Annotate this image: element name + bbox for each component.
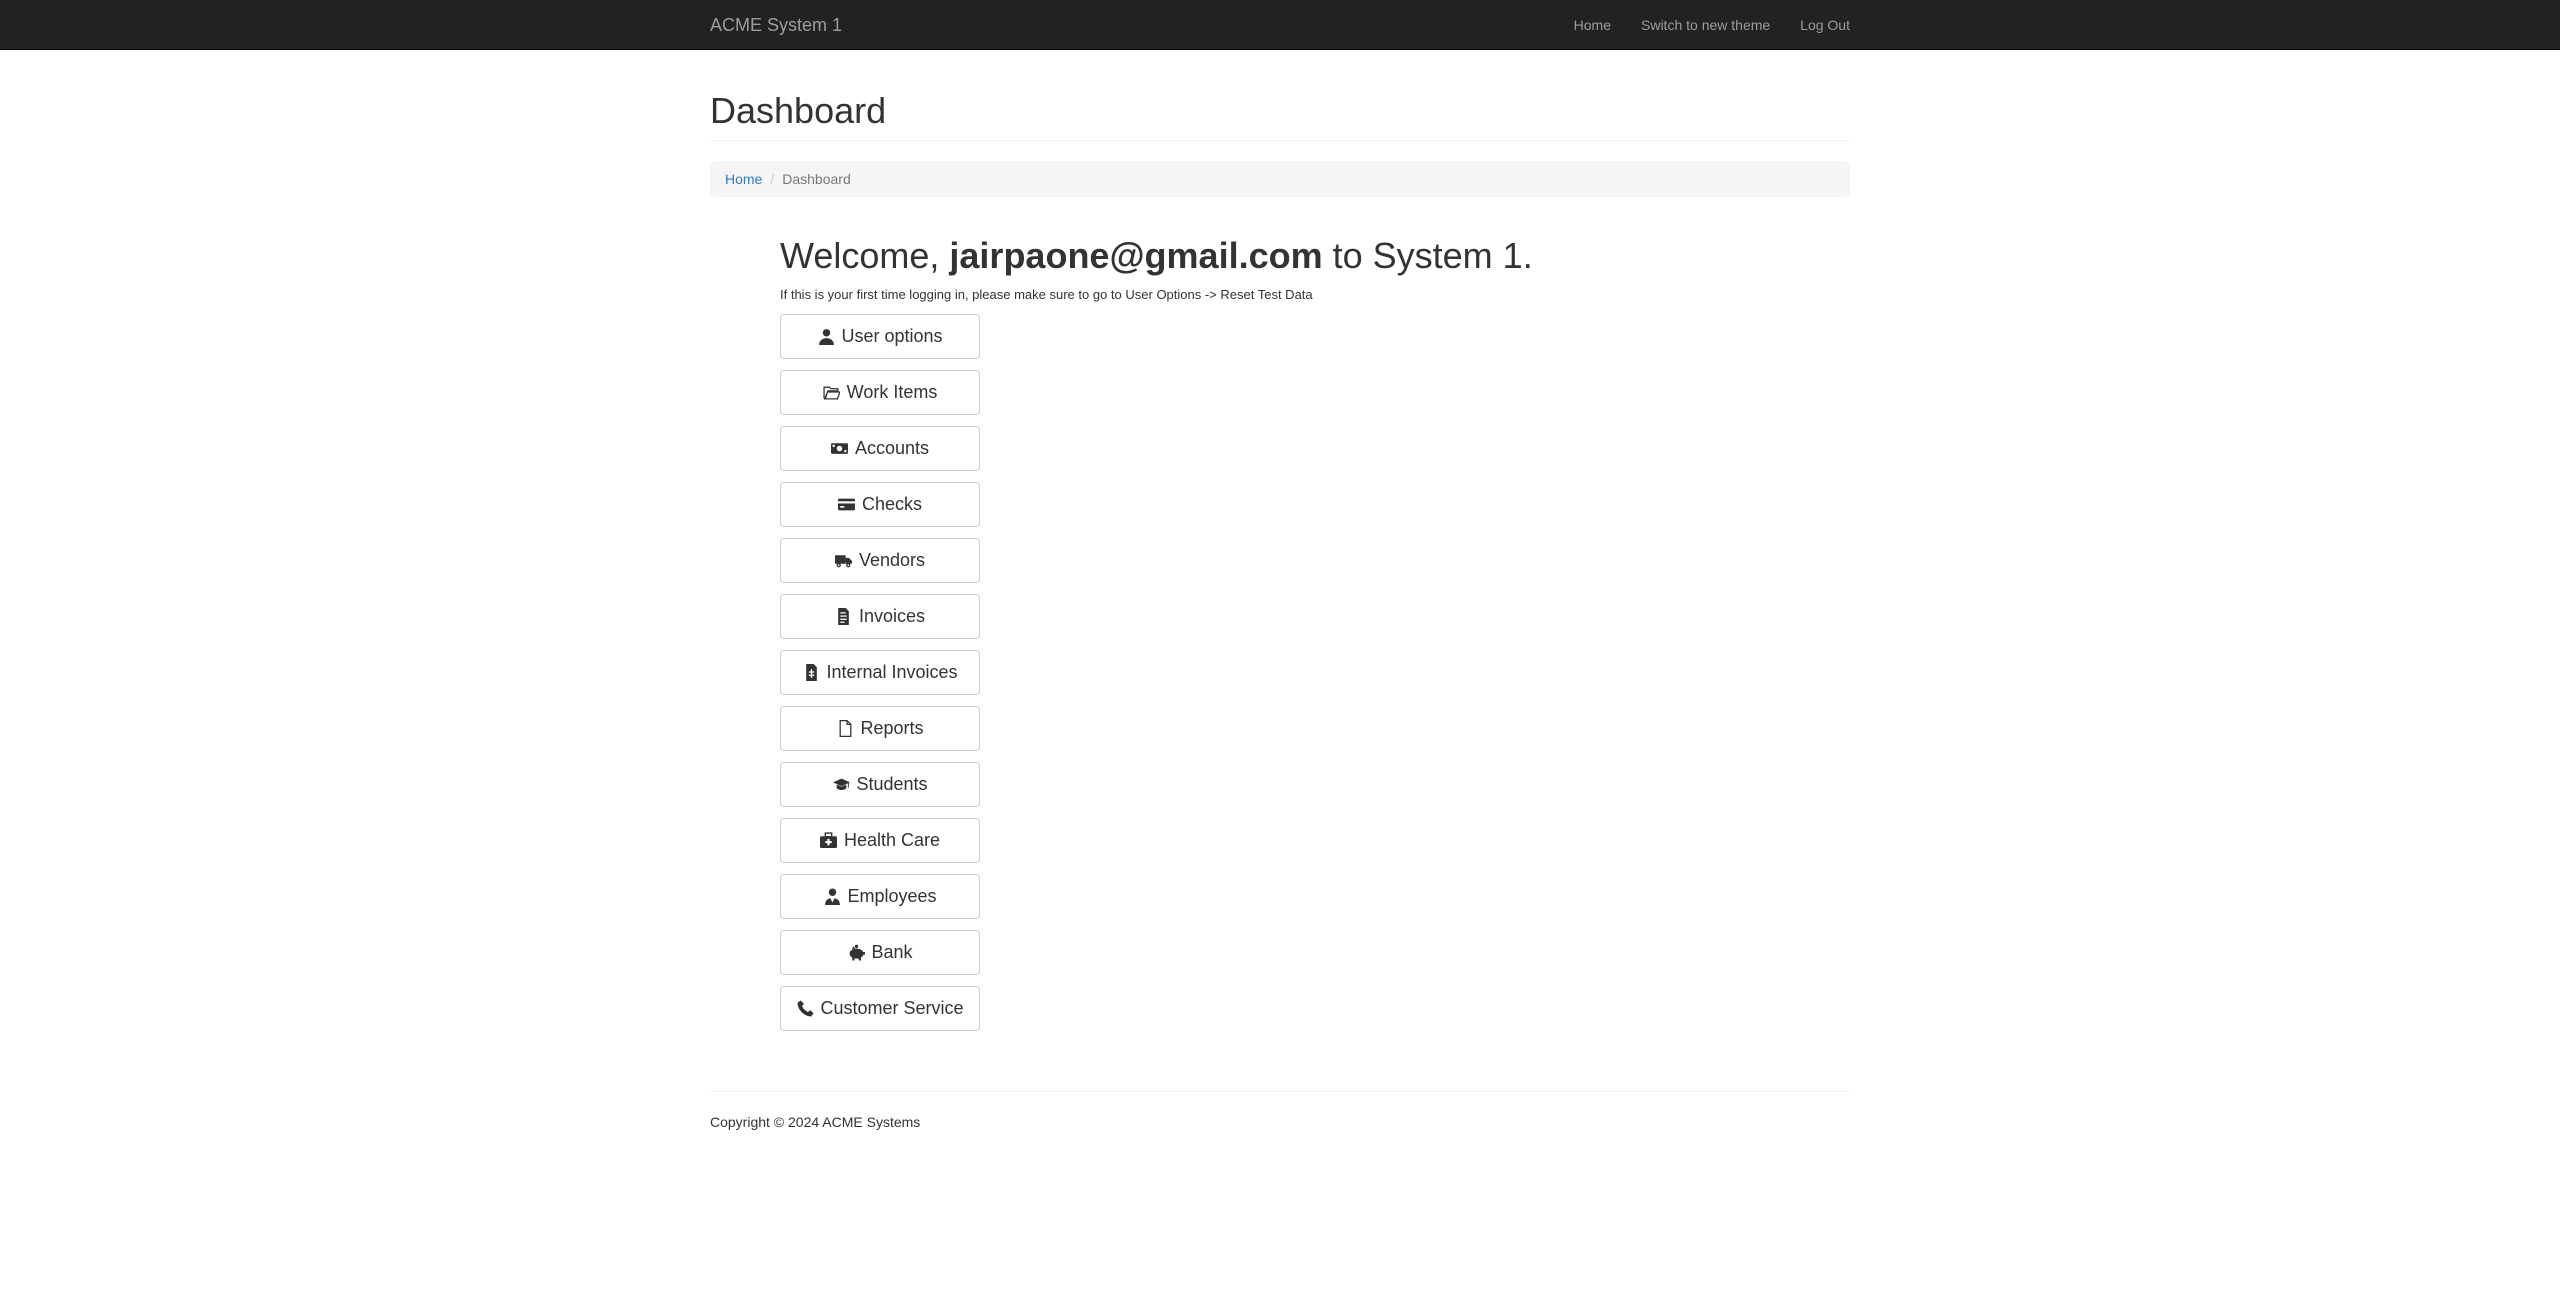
reports-button[interactable]: Reports	[780, 706, 980, 751]
brand-link[interactable]: ACME System 1	[710, 15, 842, 36]
file-icon	[836, 720, 854, 738]
students-button[interactable]: Students	[780, 762, 980, 807]
menu-label: Checks	[861, 494, 923, 514]
folder-open-icon	[823, 384, 841, 402]
user-tie-icon	[823, 888, 841, 906]
nav-logout-link[interactable]: Log Out	[1800, 17, 1850, 33]
menu-label: Employees	[847, 886, 937, 906]
bank-button[interactable]: Bank	[780, 930, 980, 975]
breadcrumb-current: Dashboard	[782, 171, 851, 187]
vendors-button[interactable]: Vendors	[780, 538, 980, 583]
credit-card-icon	[838, 496, 856, 514]
nav-links: Home Switch to new theme Log Out	[1544, 17, 1850, 33]
menu-label: Internal Invoices	[826, 662, 958, 682]
work-items-button[interactable]: Work Items	[780, 370, 980, 415]
menu-label: Invoices	[858, 606, 926, 626]
main-container: Dashboard Home / Dashboard Welcome, jair…	[710, 90, 1850, 1130]
menu-label: Vendors	[858, 550, 926, 570]
nav-switch-theme-link[interactable]: Switch to new theme	[1641, 17, 1770, 33]
menu-label: Health Care	[843, 830, 941, 850]
invoices-button[interactable]: Invoices	[780, 594, 980, 639]
menu-label: Work Items	[846, 382, 938, 402]
file-invoice-dollar-icon	[802, 664, 820, 682]
page-header: Dashboard	[710, 90, 1850, 141]
welcome-email: jairpaone@gmail.com	[949, 235, 1323, 276]
menu-label: Bank	[871, 942, 913, 962]
footer-copyright: Copyright © 2024 ACME Systems	[710, 1114, 921, 1130]
graduation-cap-icon	[832, 776, 850, 794]
health-care-button[interactable]: Health Care	[780, 818, 980, 863]
dashboard-content: Welcome, jairpaone@gmail.com to System 1…	[780, 235, 1850, 1031]
nav-home-link[interactable]: Home	[1574, 17, 1611, 33]
menu-label: Students	[856, 774, 928, 794]
file-invoice-icon	[835, 608, 853, 626]
navbar-inner: ACME System 1 Home Switch to new theme L…	[710, 0, 1850, 50]
first-login-note: If this is your first time logging in, p…	[780, 287, 1313, 302]
truck-icon	[835, 552, 853, 570]
customer-service-button[interactable]: Customer Service	[780, 986, 980, 1031]
breadcrumb-home-link[interactable]: Home	[725, 171, 762, 187]
page-title: Dashboard	[710, 90, 887, 131]
medkit-icon	[820, 832, 838, 850]
checks-button[interactable]: Checks	[780, 482, 980, 527]
internal-invoices-button[interactable]: Internal Invoices	[780, 650, 980, 695]
top-navbar: ACME System 1 Home Switch to new theme L…	[0, 0, 2560, 50]
menu-label: Customer Service	[820, 998, 964, 1018]
menu-label: User options	[841, 326, 943, 346]
footer-divider	[710, 1091, 1850, 1092]
money-bill-icon	[831, 440, 849, 458]
employees-button[interactable]: Employees	[780, 874, 980, 919]
user-options-button[interactable]: User options	[780, 314, 980, 359]
user-icon	[817, 328, 835, 346]
welcome-heading: Welcome, jairpaone@gmail.com to System 1…	[780, 235, 1850, 277]
accounts-button[interactable]: Accounts	[780, 426, 980, 471]
menu-label: Accounts	[854, 438, 930, 458]
breadcrumb-separator: /	[770, 171, 775, 187]
breadcrumb: Home / Dashboard	[710, 161, 1850, 197]
menu-button-list: User options Work Items Accounts Checks …	[780, 314, 1850, 1031]
menu-label: Reports	[860, 718, 924, 738]
piggy-bank-icon	[847, 944, 865, 962]
welcome-suffix: to System 1.	[1332, 235, 1533, 276]
welcome-prefix: Welcome,	[780, 235, 940, 276]
phone-icon	[796, 1000, 814, 1018]
